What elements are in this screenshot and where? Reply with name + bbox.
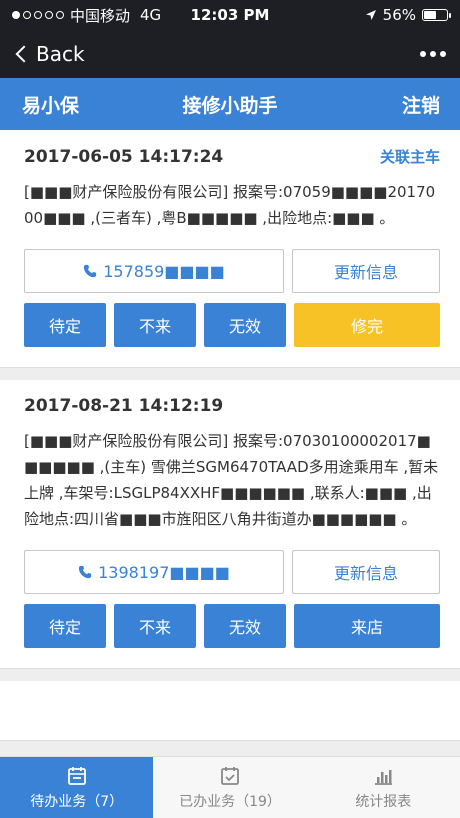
tab-completed-tasks[interactable]: 已办业务（19） [153, 757, 306, 818]
app-header: 易小保 接修小助手 注销 [0, 78, 460, 130]
tab-statistics[interactable]: 统计报表 [307, 757, 460, 818]
link-main-vehicle-link[interactable]: 关联主车 [380, 146, 440, 167]
call-phone-button[interactable]: 157859■■■■ [24, 249, 284, 293]
invalid-button[interactable]: 无效 [204, 604, 286, 648]
pending-button[interactable]: 待定 [24, 303, 106, 347]
report-description: [■■■财产保险股份有限公司] 报案号:07059■■■■2017000■■■ … [24, 183, 436, 227]
phone-icon [79, 565, 92, 579]
tab-label: 统计报表 [355, 793, 412, 810]
battery-icon [422, 9, 451, 21]
task-card: 2017-08-21 14:12:19 [■■■财产保险股份有限公司] 报案号:… [0, 380, 460, 669]
network-type: 4G [140, 6, 162, 24]
bar-chart-icon [375, 769, 393, 785]
report-description: [■■■财产保险股份有限公司] 报案号:07030100002017■■■■■■… [24, 432, 439, 528]
navigation-bar: Back [0, 30, 460, 78]
more-dots-icon [420, 51, 426, 57]
bottom-tab-bar: 待办业务（7） 已办业务（19） 统计报表 [0, 756, 460, 818]
location-arrow-icon [365, 10, 376, 20]
task-list[interactable]: 2017-06-05 14:17:24 关联主车 [■■■财产保险股份有限公司]… [0, 130, 460, 756]
task-card: 2017-06-05 14:17:24 关联主车 [■■■财产保险股份有限公司]… [0, 130, 460, 368]
battery-percentage: 56% [382, 6, 416, 24]
calendar-check-icon [221, 766, 239, 785]
signal-strength-icon [12, 11, 64, 19]
tab-pending-tasks[interactable]: 待办业务（7） [0, 757, 154, 818]
report-timestamp: 2017-06-05 14:17:24 [24, 146, 224, 167]
not-coming-button[interactable]: 不来 [114, 303, 196, 347]
phone-number: 1398197■■■■ [98, 562, 230, 582]
app-name: 易小保 [22, 94, 80, 117]
repair-complete-button[interactable]: 修完 [294, 303, 440, 347]
carrier-name: 中国移动 [70, 6, 131, 25]
update-info-button[interactable]: 更新信息 [292, 249, 440, 293]
report-timestamp: 2017-08-21 14:12:19 [24, 396, 224, 416]
tab-label: 已办业务（19） [179, 793, 281, 810]
update-info-button[interactable]: 更新信息 [292, 550, 440, 594]
invalid-button[interactable]: 无效 [204, 303, 286, 347]
call-phone-button[interactable]: 1398197■■■■ [24, 550, 284, 594]
not-coming-button[interactable]: 不来 [114, 604, 196, 648]
calendar-icon [67, 766, 86, 785]
task-card [0, 681, 460, 741]
logout-button[interactable]: 注销 [402, 91, 440, 118]
phone-icon [84, 264, 97, 278]
pending-button[interactable]: 待定 [24, 604, 106, 648]
more-options-button[interactable] [420, 45, 446, 63]
tab-label: 待办业务（7） [30, 793, 124, 810]
status-bar: 中国移动 4G 12:03 PM 56% [0, 0, 460, 30]
phone-number: 157859■■■■ [103, 261, 225, 281]
chevron-left-icon [15, 45, 33, 63]
back-label: Back [36, 42, 85, 66]
arrive-store-button[interactable]: 来店 [294, 604, 440, 648]
back-button[interactable]: Back [14, 42, 85, 66]
